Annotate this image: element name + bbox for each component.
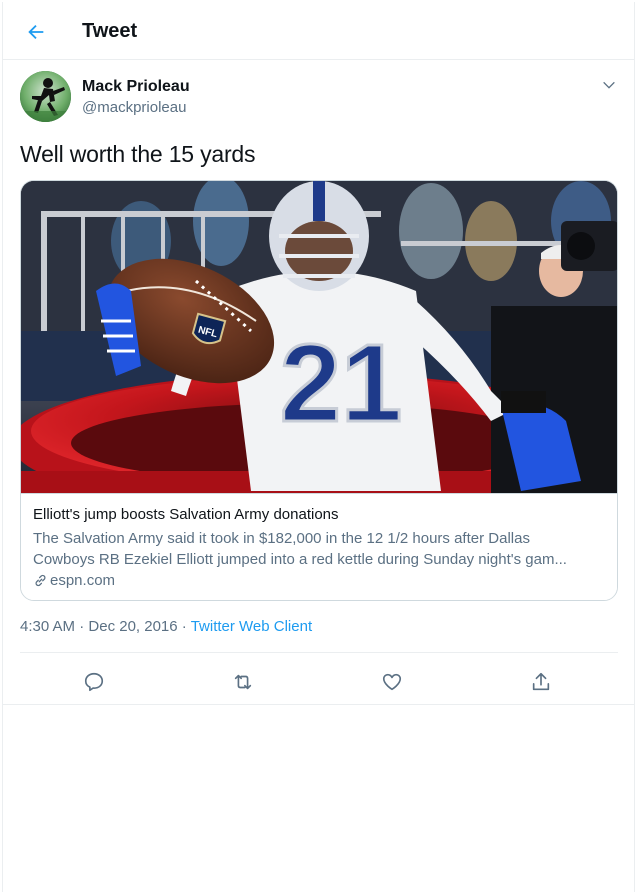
link-icon	[35, 574, 46, 587]
tweet-metadata: 4:30 AM · Dec 20, 2016 · Twitter Web Cli…	[20, 618, 312, 635]
tweet-source-link[interactable]: Twitter Web Client	[191, 618, 312, 635]
author-name[interactable]: Mack Prioleau	[82, 78, 190, 96]
more-options-button[interactable]	[598, 74, 620, 96]
like-button[interactable]	[376, 666, 408, 698]
card-description-line: Cowboys RB Ezekiel Elliott jumped into a…	[33, 551, 567, 568]
back-button[interactable]	[21, 17, 51, 47]
heart-icon	[382, 673, 402, 691]
reply-icon	[84, 672, 104, 692]
card-description: The Salvation Army said it took in $182,…	[33, 528, 611, 570]
card-title: Elliott's jump boosts Salvation Army don…	[33, 506, 339, 523]
tweet-actions	[3, 658, 634, 704]
chevron-down-icon	[603, 81, 615, 89]
jersey-number: 21	[280, 322, 402, 445]
tweet-text: Well worth the 15 yards	[20, 141, 256, 167]
reply-button[interactable]	[78, 666, 110, 698]
card-details[interactable]: Elliott's jump boosts Salvation Army don…	[21, 493, 617, 600]
retweet-button[interactable]	[227, 666, 259, 698]
avatar-image	[20, 71, 71, 122]
card-domain-text: espn.com	[50, 572, 116, 589]
meta-separator: ·	[177, 618, 191, 635]
share-button[interactable]	[525, 666, 557, 698]
avatar[interactable]	[20, 71, 71, 122]
tweet-date[interactable]: Dec 20, 2016	[88, 618, 177, 635]
divider	[20, 652, 618, 653]
page-title: Tweet	[82, 20, 138, 42]
share-icon	[532, 672, 550, 691]
author-handle: @mackprioleau	[82, 99, 187, 116]
card-photo: 21 NFL	[21, 181, 617, 513]
page-header: Tweet	[3, 2, 634, 60]
tweet-page: Tweet Mack Prioleau @mackprioleau Well w…	[2, 2, 635, 892]
meta-separator: ·	[75, 618, 89, 635]
retweet-icon	[234, 674, 252, 690]
card-domain: espn.com	[33, 572, 115, 589]
link-card[interactable]: 21 NFL Elliott's jump boosts Salvation A…	[20, 180, 618, 601]
arrow-left-icon	[28, 24, 44, 40]
card-description-line: The Salvation Army said it took in $182,…	[33, 530, 530, 547]
tweet-time[interactable]: 4:30 AM	[20, 618, 75, 635]
tweet-author: Mack Prioleau @mackprioleau	[3, 68, 634, 126]
card-image[interactable]: 21 NFL	[21, 181, 617, 513]
divider	[3, 704, 634, 705]
